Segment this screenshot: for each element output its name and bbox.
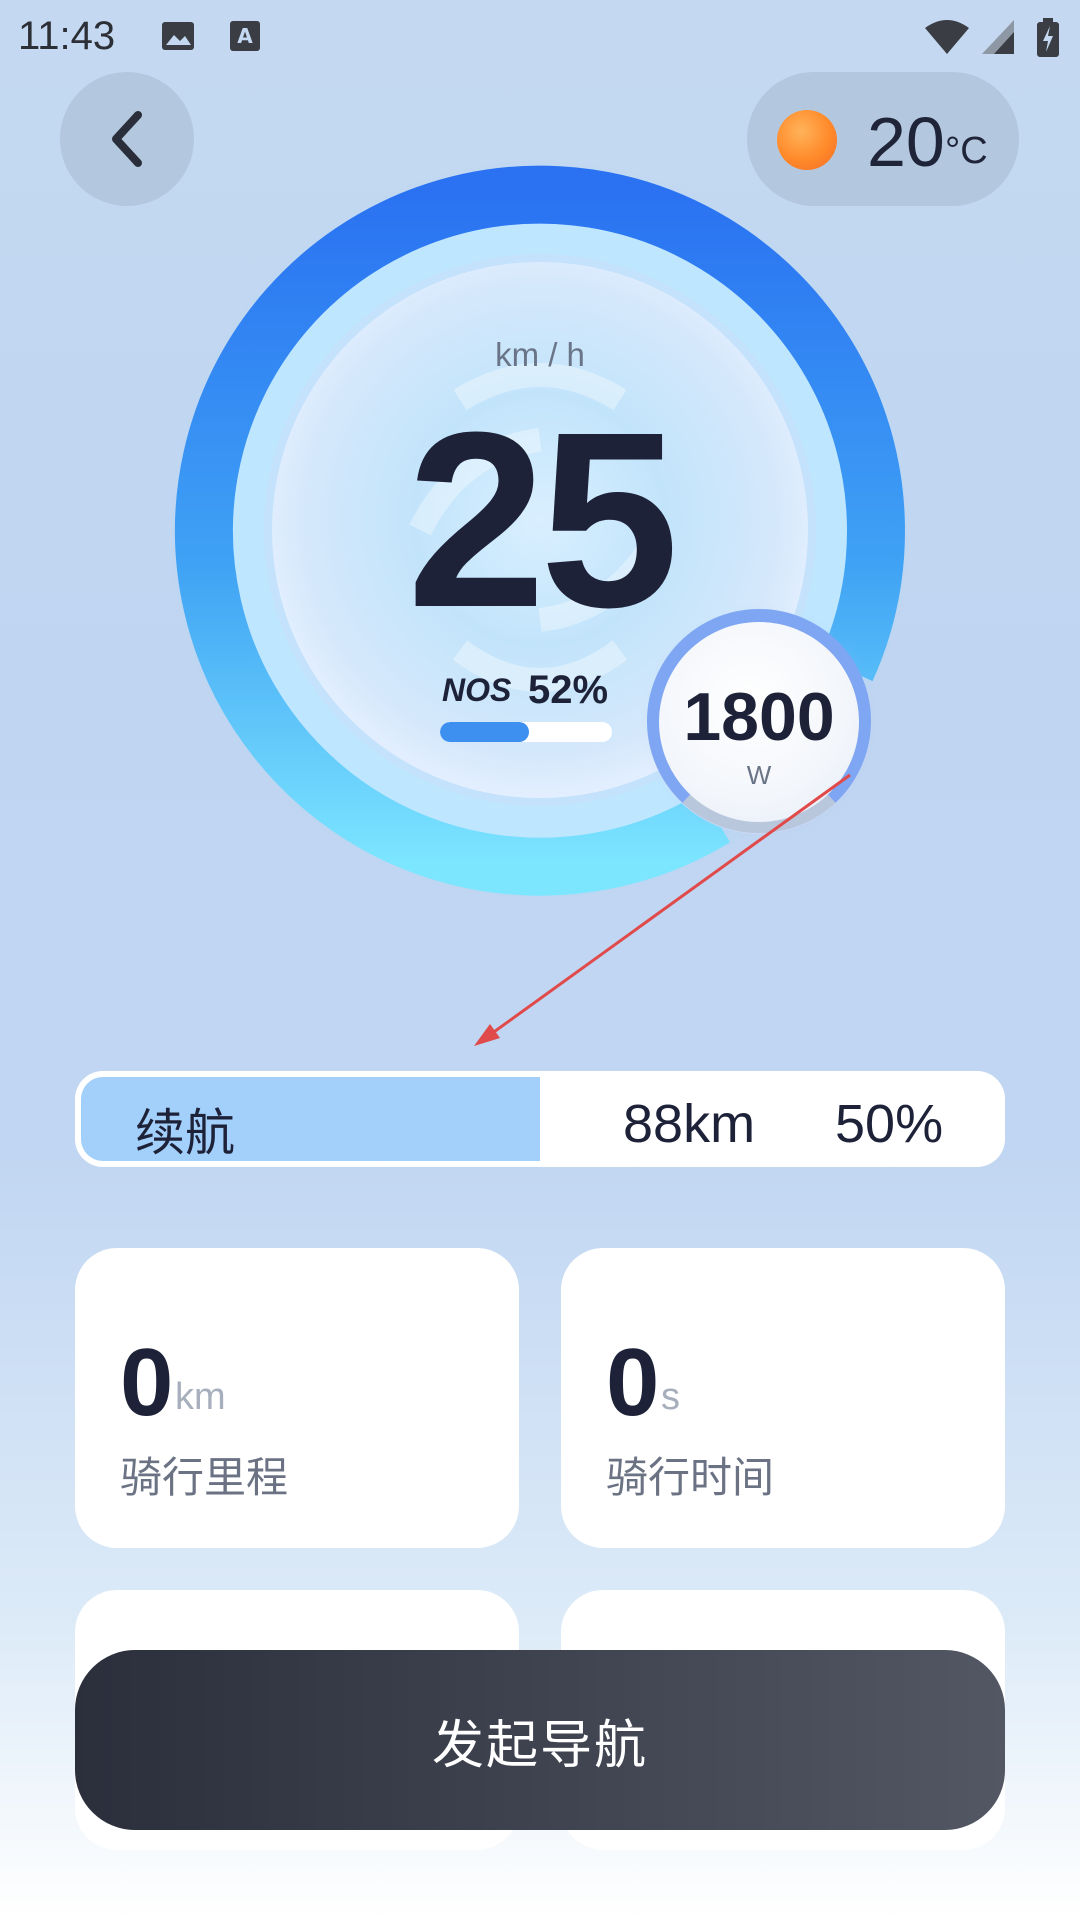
svg-text:A: A — [237, 24, 253, 48]
status-bar: 11:43 A — [0, 0, 1080, 72]
keyboard-icon: A — [228, 18, 262, 59]
battery-icon — [1036, 18, 1060, 63]
signal-icon — [980, 18, 1016, 61]
ride-time-value: 0 — [606, 1329, 660, 1436]
ride-time-unit: s — [661, 1376, 680, 1418]
nos-logo: NOS — [442, 672, 512, 708]
ride-distance-unit: km — [175, 1376, 226, 1418]
range-bar: 续航 88km 50% — [75, 1071, 1005, 1167]
ride-distance-card: 0 km 骑行里程 — [75, 1248, 519, 1548]
power-value: 1800 — [683, 679, 835, 755]
start-navigation-label: 发起导航 — [431, 1716, 648, 1775]
ride-distance-value: 0 — [120, 1329, 174, 1436]
ride-time-card: 0 s 骑行时间 — [561, 1248, 1005, 1548]
range-label: 续航 — [135, 1105, 235, 1161]
status-time: 11:43 — [18, 14, 116, 58]
ride-distance-label: 骑行里程 — [120, 1454, 289, 1501]
nos-value: 52% — [528, 668, 609, 712]
speed-value: 25 — [406, 380, 679, 659]
nos-progress-bar — [440, 722, 612, 742]
speed-unit: km / h — [495, 336, 585, 373]
start-navigation-button[interactable]: 发起导航 — [75, 1650, 1005, 1830]
range-percent: 50% — [835, 1094, 944, 1154]
wifi-icon — [924, 18, 970, 61]
ride-time-label: 骑行时间 — [606, 1454, 775, 1501]
temperature-unit: °C — [945, 130, 988, 172]
range-distance: 88km — [623, 1094, 756, 1154]
gallery-icon — [160, 18, 196, 59]
chevron-left-icon — [112, 111, 142, 167]
nos-progress-fill — [440, 722, 530, 742]
annotation-arrow — [474, 773, 851, 1046]
